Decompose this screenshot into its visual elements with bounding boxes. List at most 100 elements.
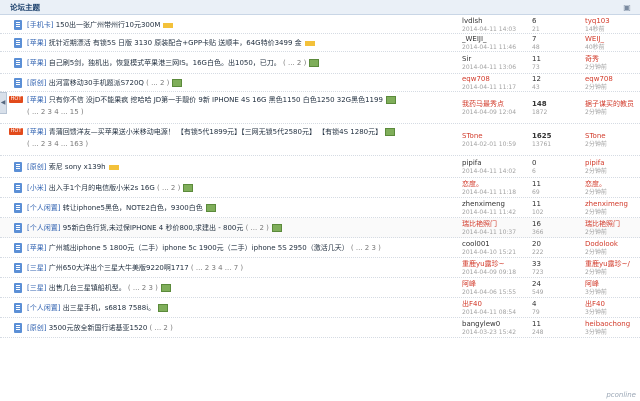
- thread-category-tag[interactable]: [原创]: [27, 324, 46, 332]
- thread-pages[interactable]: ( ... 2 3 4 ... 163 ): [27, 139, 88, 149]
- last-poster-name[interactable]: 重鹿yu露珍~/: [585, 260, 640, 269]
- last-poster-name[interactable]: pipifa: [585, 159, 640, 168]
- last-poster-name[interactable]: tyq103: [585, 17, 640, 26]
- thread-title[interactable]: [原创] 索尼 sony x139h: [27, 162, 472, 172]
- thread-row[interactable]: [个人闲置] 出三星手机，s6818 7588i。 出F40 2014-04-11 …: [0, 298, 640, 318]
- thread-pages[interactable]: ( ... 2 3 ): [126, 284, 158, 292]
- thread-pages[interactable]: ( ... 2 3 4 ... 15 ): [27, 107, 84, 117]
- thread-pages[interactable]: ( ... 2 ): [243, 224, 269, 232]
- author-name[interactable]: cool001: [462, 240, 532, 249]
- thread-category-tag[interactable]: [苹果]: [27, 39, 46, 47]
- author-name[interactable]: pipifa: [462, 159, 532, 168]
- thread-subject-link[interactable]: 青蒲回馈洋友—买苹果送小米移动电源！ 【有锁5代1899元】【三网无锁5代258…: [46, 128, 382, 136]
- last-poster-name[interactable]: WEIJ_: [585, 35, 640, 44]
- thread-subject-link[interactable]: 3500元放全新国行诺基亚1520: [46, 324, 148, 332]
- thread-row[interactable]: [原创] 出河富移动30手机题派S720Q ( ... 2 ) eqw708 201…: [0, 74, 640, 92]
- last-poster-name[interactable]: 出F40: [585, 300, 640, 309]
- author-name[interactable]: 阿峰: [462, 280, 532, 289]
- thread-row[interactable]: [苹果] 广州城出iphone 5 1800元（二手）iphone 5c 190…: [0, 238, 640, 258]
- thread-row[interactable]: HOT [苹果] 只有你不信 没jD不能果疯 挖哈哈 JD第一手靓价 9新 IPH…: [0, 92, 640, 124]
- thread-row[interactable]: [手机卡] 150出一张广州带州行10元300M lvdlsh 2014-04-11…: [0, 16, 640, 34]
- thread-pages[interactable]: ( ... 2 3 ): [349, 244, 381, 252]
- author-name[interactable]: 瑞比艳照门: [462, 220, 532, 229]
- thread-pages[interactable]: ( ... 2 ): [144, 79, 169, 87]
- thread-title[interactable]: [苹果] 抚针近期漂活 有锁5S 日版 3130 原装配合+GPP卡贴 送顺丰，…: [27, 38, 472, 48]
- thread-pages[interactable]: ( ... 2 ): [281, 59, 306, 67]
- thread-category-tag[interactable]: [小米]: [27, 184, 46, 192]
- thread-row[interactable]: [苹果] 自己刷5剑，独机出，恢复模式苹果港三网IS。16G白色。出1050，已…: [0, 52, 640, 74]
- thread-subject-link[interactable]: 出售几台三星镇船机型。: [46, 284, 126, 292]
- thread-pages[interactable]: ( ... 2 ): [147, 324, 173, 332]
- thread-subject-link[interactable]: 只有你不信 没jD不能果疯 挖哈哈 JD第一手靓价 9新 IPHONE 4S 1…: [46, 96, 383, 104]
- thread-title[interactable]: [苹果] 青蒲回馈洋友—买苹果送小米移动电源！ 【有锁5代1899元】【三网无锁…: [27, 127, 472, 137]
- last-poster-name[interactable]: Dodolook: [585, 240, 640, 249]
- author-name[interactable]: 我药马最秀点: [462, 100, 532, 109]
- last-poster-name[interactable]: 恋度。: [585, 180, 640, 189]
- author-name[interactable]: bangylew0: [462, 320, 532, 329]
- thread-category-tag[interactable]: [个人闲置]: [27, 304, 60, 312]
- thread-row[interactable]: [三星] 出售几台三星镇船机型。 ( ... 2 3 ) 阿峰 2014-04-06…: [0, 278, 640, 298]
- thread-title[interactable]: [个人闲置] 出三星手机，s6818 7588i。: [27, 303, 472, 313]
- author-name[interactable]: 出F40: [462, 300, 532, 309]
- thread-title[interactable]: [手机卡] 150出一张广州带州行10元300M: [27, 20, 472, 30]
- thread-title[interactable]: [苹果] 广州城出iphone 5 1800元（二手）iphone 5c 190…: [27, 243, 472, 253]
- thread-category-tag[interactable]: [个人闲置]: [27, 204, 60, 212]
- thread-subject-link[interactable]: 索尼 sony x139h: [46, 163, 106, 171]
- thread-pages[interactable]: ( ... 2 3 4 ... 7 ): [189, 264, 243, 272]
- author-name[interactable]: 恋度。: [462, 180, 532, 189]
- thread-subject-link[interactable]: 广州650大洋出个三星大牛美版9220啊1717: [46, 264, 189, 272]
- thread-category-tag[interactable]: [苹果]: [27, 96, 46, 104]
- thread-row[interactable]: [原创] 索尼 sony x139h pipifa 2014-04-11 14:02…: [0, 156, 640, 178]
- thread-subject-link[interactable]: 转让iphone5黑色，NOTE2白色，9300白色: [60, 204, 203, 212]
- thread-title[interactable]: [原创] 3500元放全新国行诺基亚1520 ( ... 2 ): [27, 323, 472, 333]
- thread-subject-link[interactable]: 95新白色行货,未过保IPHONE 4 秒价800,求建出 - 800元: [60, 224, 244, 232]
- thread-subject-link[interactable]: 自己刷5剑，独机出，恢复模式苹果港三网IS。16G白色。出1050，已刀。: [46, 59, 281, 67]
- thread-category-tag[interactable]: [原创]: [27, 163, 46, 171]
- thread-row[interactable]: [原创] 3500元放全新国行诺基亚1520 ( ... 2 ) bangylew…: [0, 318, 640, 338]
- thread-category-tag[interactable]: [苹果]: [27, 244, 46, 252]
- thread-title[interactable]: [小米] 出入手1个月的电信版小米2s 16G ( ... 2 ): [27, 183, 472, 193]
- thread-category-tag[interactable]: [三星]: [27, 284, 46, 292]
- thread-subject-link[interactable]: 150出一张广州带州行10元300M: [53, 21, 161, 29]
- thread-title[interactable]: [原创] 出河富移动30手机题派S720Q ( ... 2 ): [27, 78, 472, 88]
- thread-subject-link[interactable]: 出三星手机，s6818 7588i。: [60, 304, 155, 312]
- thread-subject-link[interactable]: 广州城出iphone 5 1800元（二手）iphone 5c 1900元（二手…: [46, 244, 349, 252]
- thread-title[interactable]: [三星] 出售几台三星镇船机型。 ( ... 2 3 ): [27, 283, 472, 293]
- collapse-icon[interactable]: ▣: [622, 3, 632, 12]
- last-poster-name[interactable]: STone: [585, 132, 640, 141]
- author-name[interactable]: lvdlsh: [462, 17, 532, 26]
- thread-category-tag[interactable]: [原创]: [27, 79, 46, 87]
- thread-category-tag[interactable]: [手机卡]: [27, 21, 53, 29]
- thread-title[interactable]: [个人闲置] 95新白色行货,未过保IPHONE 4 秒价800,求建出 - 8…: [27, 223, 472, 233]
- last-poster-name[interactable]: 阿峰: [585, 280, 640, 289]
- thread-pages[interactable]: ( ... 2 ): [155, 184, 180, 192]
- last-poster-name[interactable]: heibaochong: [585, 320, 640, 329]
- author-name[interactable]: eqw708: [462, 75, 532, 84]
- thread-row[interactable]: [三星] 广州650大洋出个三星大牛美版9220啊1717 ( ... 2 3 …: [0, 258, 640, 278]
- thread-subject-link[interactable]: 出河富移动30手机题派S720Q: [46, 79, 144, 87]
- last-poster-name[interactable]: 据子谋买的教员: [585, 100, 640, 109]
- thread-category-tag[interactable]: [苹果]: [27, 128, 46, 136]
- thread-row[interactable]: HOT [苹果] 青蒲回馈洋友—买苹果送小米移动电源！ 【有锁5代1899元】【三…: [0, 124, 640, 156]
- last-poster-name[interactable]: zhenximeng: [585, 200, 640, 209]
- last-poster-name[interactable]: eqw708: [585, 75, 640, 84]
- author-name[interactable]: Sir: [462, 55, 532, 64]
- author-name[interactable]: STone: [462, 132, 532, 141]
- author-name[interactable]: 重鹿yu露珍~: [462, 260, 532, 269]
- thread-category-tag[interactable]: [个人闲置]: [27, 224, 60, 232]
- last-poster-name[interactable]: 奇秀: [585, 55, 640, 64]
- thread-row[interactable]: [苹果] 抚针近期漂活 有锁5S 日版 3130 原装配合+GPP卡贴 送顺丰，…: [0, 34, 640, 52]
- thread-title[interactable]: [个人闲置] 转让iphone5黑色，NOTE2白色，9300白色: [27, 203, 472, 213]
- thread-category-tag[interactable]: [三星]: [27, 264, 46, 272]
- last-poster-name[interactable]: 瑞比艳照门: [585, 220, 640, 229]
- thread-row[interactable]: [个人闲置] 95新白色行货,未过保IPHONE 4 秒价800,求建出 - 8…: [0, 218, 640, 238]
- author-name[interactable]: _WEIJI_: [462, 35, 532, 44]
- thread-title[interactable]: [三星] 广州650大洋出个三星大牛美版9220啊1717 ( ... 2 3 …: [27, 263, 472, 273]
- thread-subject-link[interactable]: 抚针近期漂活 有锁5S 日版 3130 原装配合+GPP卡贴 送顺丰，64G特价…: [46, 39, 302, 47]
- thread-subject-link[interactable]: 出入手1个月的电信版小米2s 16G: [46, 184, 155, 192]
- thread-title[interactable]: [苹果] 自己刷5剑，独机出，恢复模式苹果港三网IS。16G白色。出1050，已…: [27, 58, 472, 68]
- thread-row[interactable]: [个人闲置] 转让iphone5黑色，NOTE2白色，9300白色 zhenxim…: [0, 198, 640, 218]
- author-name[interactable]: zhenximeng: [462, 200, 532, 209]
- thread-row[interactable]: [小米] 出入手1个月的电信版小米2s 16G ( ... 2 ) 恋度。 2014…: [0, 178, 640, 198]
- thread-title[interactable]: [苹果] 只有你不信 没jD不能果疯 挖哈哈 JD第一手靓价 9新 IPHONE…: [27, 95, 472, 105]
